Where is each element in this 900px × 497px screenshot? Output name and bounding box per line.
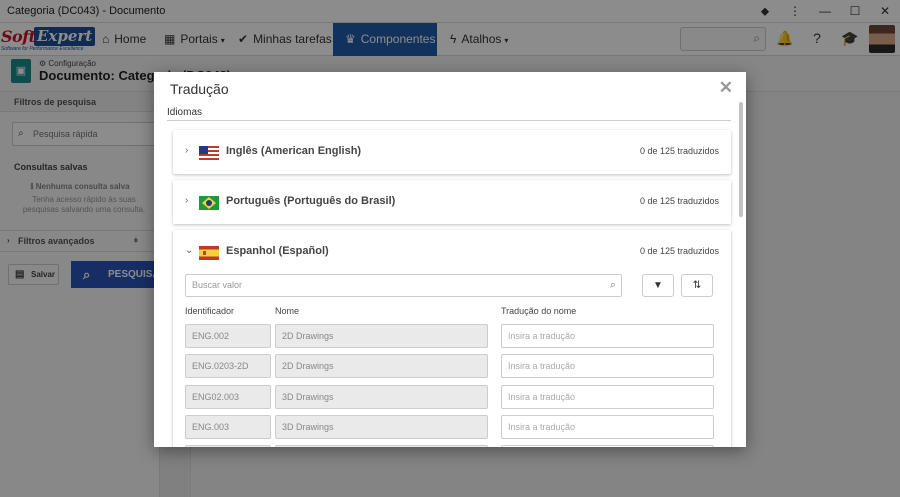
identifier-field: ENG02.003 xyxy=(185,385,271,409)
divider xyxy=(167,120,731,121)
translation-input[interactable]: Insira a tradução xyxy=(501,415,714,439)
filter-icon: ▼ xyxy=(653,280,663,291)
name-field: 2D Drawings xyxy=(275,324,488,348)
translation-input[interactable]: Insira a tradução xyxy=(501,354,714,378)
translation-input[interactable]: Insira a tradução xyxy=(501,385,714,409)
identifier-field xyxy=(185,445,271,447)
dialog-scrollbar[interactable] xyxy=(739,102,743,217)
language-name: Português (Português do Brasil) xyxy=(226,195,396,207)
translation-count: 0 de 125 traduzidos xyxy=(639,196,719,206)
chevron-right-icon[interactable]: › xyxy=(185,145,188,156)
sort-icon: ⇅ xyxy=(692,280,702,291)
translation-dialog: Tradução ✕ Idiomas › Inglês (American En… xyxy=(154,72,746,447)
name-field xyxy=(275,445,488,447)
translation-input[interactable]: Insira a tradução xyxy=(501,324,714,348)
translation-count: 0 de 125 traduzidos xyxy=(639,246,719,256)
identifier-field: ENG.0203-2D xyxy=(185,354,271,378)
chevron-right-icon[interactable]: › xyxy=(185,195,188,206)
language-item-portuguese[interactable]: › Português (Português do Brasil) 0 de 1… xyxy=(173,180,731,224)
identifier-field: ENG.002 xyxy=(185,324,271,348)
translation-count: 0 de 125 traduzidos xyxy=(639,146,719,156)
filter-button[interactable]: ▼ xyxy=(642,274,674,297)
dialog-title: Tradução xyxy=(170,81,229,97)
language-item-spanish: ⌄ Espanhol (Español) 0 de 125 traduzidos… xyxy=(173,230,731,447)
us-flag-icon xyxy=(199,146,219,160)
column-header-name: Nome xyxy=(275,306,300,316)
identifier-field: ENG.003 xyxy=(185,415,271,439)
translation-input[interactable] xyxy=(501,445,714,447)
sort-button[interactable]: ⇅ xyxy=(681,274,713,297)
search-icon: ⌕ xyxy=(609,279,616,291)
name-field: 2D Drawings xyxy=(275,354,488,378)
column-header-translation: Tradução do nome xyxy=(501,306,577,316)
name-field: 3D Drawings xyxy=(275,415,488,439)
name-field: 3D Drawings xyxy=(275,385,488,409)
brazil-flag-icon xyxy=(199,196,219,210)
chevron-down-icon[interactable]: ⌄ xyxy=(185,245,193,256)
language-header[interactable]: ⌄ Espanhol (Español) 0 de 125 traduzidos xyxy=(173,230,731,274)
language-name: Inglês (American English) xyxy=(226,145,362,157)
close-icon[interactable]: ✕ xyxy=(719,78,733,98)
column-header-identifier: Identificador xyxy=(185,306,235,316)
languages-label: Idiomas xyxy=(167,107,203,118)
language-item-english[interactable]: › Inglês (American English) 0 de 125 tra… xyxy=(173,130,731,174)
spain-flag-icon xyxy=(199,246,219,260)
value-search-input[interactable]: Buscar valor ⌕ xyxy=(185,274,622,297)
language-name: Espanhol (Español) xyxy=(226,245,329,257)
